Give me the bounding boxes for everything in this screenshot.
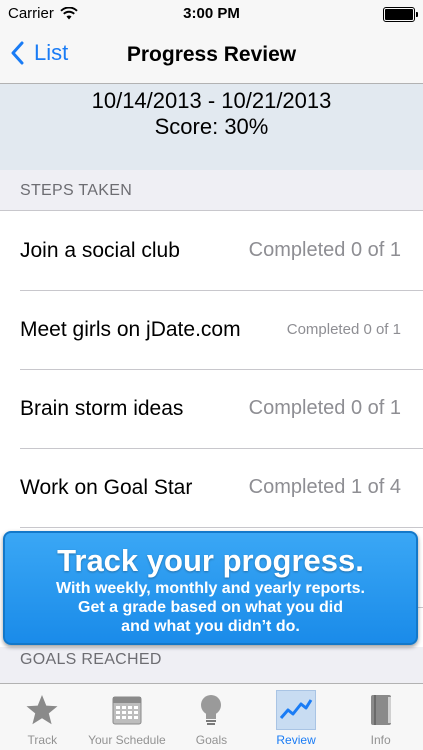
step-status: Completed 1 of 4 xyxy=(248,476,401,498)
lightbulb-icon xyxy=(191,690,231,730)
step-title: Work on Goal Star xyxy=(20,475,193,499)
promo-headline: Track your progress. xyxy=(57,543,364,578)
promo-line: With weekly, monthly and yearly reports. xyxy=(56,580,365,597)
tab-goals[interactable]: Goals xyxy=(169,684,254,750)
tab-label: Your Schedule xyxy=(88,733,166,747)
chart-line-icon xyxy=(276,690,317,730)
step-title: Join a social club xyxy=(20,238,180,262)
step-title: Brain storm ideas xyxy=(20,396,184,420)
battery-icon xyxy=(383,7,418,22)
tab-track[interactable]: Track xyxy=(0,684,85,750)
tab-label: Review xyxy=(276,733,316,747)
tab-label: Goals xyxy=(195,733,228,747)
tab-your-schedule[interactable]: Your Schedule xyxy=(85,684,170,750)
step-status: Completed 0 of 1 xyxy=(286,321,401,338)
tab-info[interactable]: Info xyxy=(338,684,423,750)
back-button-label: List xyxy=(34,40,69,65)
date-range: 10/14/2013 - 10/21/2013 xyxy=(91,88,332,113)
table-row[interactable]: Work on Goal Star Completed 1 of 4 xyxy=(0,448,423,527)
section-header-steps-taken: STEPS TAKEN xyxy=(20,182,133,199)
tab-review[interactable]: Review xyxy=(254,684,339,750)
star-icon xyxy=(22,690,62,730)
score: Score: 30% xyxy=(154,114,269,139)
promo-banner: Track your progress. With weekly, monthl… xyxy=(3,531,418,645)
table-row[interactable]: Meet girls on jDate.com Completed 0 of 1 xyxy=(0,290,423,369)
step-status: Completed 0 of 1 xyxy=(248,239,401,261)
tab-bar: Track Your Schedule Goals Review Info xyxy=(0,683,423,750)
review-summary: 10/14/2013 - 10/21/2013 Score: 30% xyxy=(0,84,423,170)
step-title: Meet girls on jDate.com xyxy=(20,317,241,341)
tab-label: Track xyxy=(27,733,58,747)
table-row[interactable]: Brain storm ideas Completed 0 of 1 xyxy=(0,369,423,448)
section-header-goals-reached: GOALS REACHED xyxy=(20,651,162,668)
table-row[interactable]: Join a social club Completed 0 of 1 xyxy=(0,211,423,290)
book-icon xyxy=(361,690,401,730)
back-button[interactable]: List xyxy=(10,40,68,66)
chevron-left-icon xyxy=(11,41,24,65)
status-bar: Carrier 3:00 PM xyxy=(0,0,423,28)
status-time: 3:00 PM xyxy=(183,5,240,22)
promo-line: and what you didn’t do. xyxy=(121,618,300,635)
tab-label: Info xyxy=(370,733,391,747)
promo-line: Get a grade based on what you did xyxy=(78,599,343,616)
step-status: Completed 0 of 1 xyxy=(248,397,401,419)
calendar-icon xyxy=(107,690,147,730)
nav-bar: List Progress Review xyxy=(0,28,423,84)
